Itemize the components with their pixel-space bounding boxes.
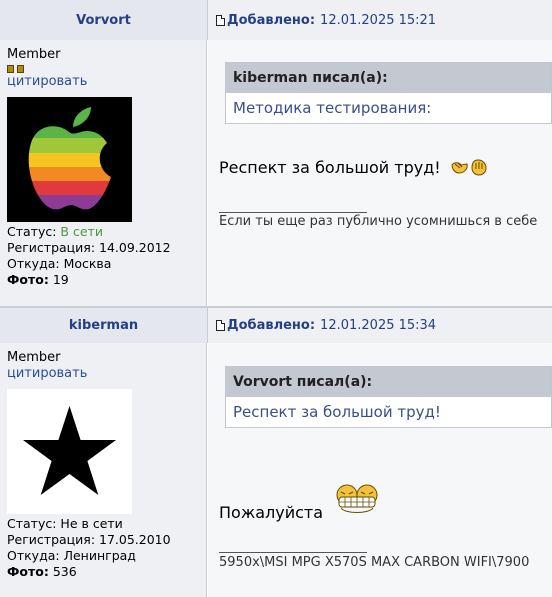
posted-label: Добавлено: xyxy=(227,12,316,28)
black-star-icon xyxy=(23,406,116,495)
signature-divider xyxy=(219,552,367,553)
photo-label: Фото: xyxy=(7,272,49,287)
grinning-smiley-emoji-icon xyxy=(336,484,378,513)
post-body: Vorvort писал(а): Респект за большой тру… xyxy=(208,343,552,597)
apple-logo-icon xyxy=(28,107,111,210)
post-message: Пожалуйста xyxy=(219,503,324,522)
signature: 5950x\MSI MPG X570S MAX CARBON WIFI\7900 xyxy=(219,555,530,570)
quote-text: Респект за большой труд! xyxy=(233,403,441,421)
post-message: Респект за большой труд! xyxy=(219,158,489,177)
quote-text: Методика тестирования: xyxy=(233,99,432,117)
photo-label: Фото: xyxy=(7,564,49,579)
registration-value: 14.09.2012 xyxy=(99,240,171,255)
photo-count: 19 xyxy=(52,272,69,287)
clapping-hands-emoji-icon xyxy=(451,159,487,176)
quote-author: kiberman писал(а): xyxy=(226,63,551,93)
username[interactable]: kiberman xyxy=(69,318,138,333)
signature: Если ты еще раз публично усомнишься в се… xyxy=(219,214,538,229)
status-label: Статус: xyxy=(7,516,57,531)
username[interactable]: Vorvort xyxy=(76,13,131,28)
post-author[interactable]: Vorvort xyxy=(0,0,208,40)
user-rank: Member xyxy=(7,47,61,62)
status-value: В сети xyxy=(60,224,103,239)
status-label: Статус: xyxy=(7,224,57,239)
user-rank: Member xyxy=(7,350,61,365)
status-value: Не в сети xyxy=(60,516,123,531)
post-author[interactable]: kiberman xyxy=(0,308,208,343)
photo-count: 536 xyxy=(52,564,77,579)
registration-label: Регистрация: xyxy=(7,240,96,255)
location-value: Москва xyxy=(63,256,112,271)
signature-divider xyxy=(219,212,367,213)
user-status: Статус: Не в сети xyxy=(7,516,206,532)
user-registration: Регистрация: 17.05.2010 xyxy=(7,532,206,548)
location-value: Ленинград xyxy=(63,548,136,563)
user-location: Откуда: Москва xyxy=(7,256,206,272)
post-header: Добавлено: 12.01.2025 15:21 xyxy=(208,0,552,40)
user-registration: Регистрация: 14.09.2012 xyxy=(7,240,206,256)
location-label: Откуда: xyxy=(7,256,60,271)
registration-value: 17.05.2010 xyxy=(99,532,171,547)
quote-author: Vorvort писал(а): xyxy=(226,367,551,397)
post-2: kiberman Добавлено: 12.01.2025 15:34 Mem… xyxy=(0,308,552,597)
user-photos[interactable]: Фото: 536 xyxy=(7,564,206,580)
user-sidebar: Member цитировать Статус: В сети Регистр… xyxy=(0,40,207,306)
registration-label: Регистрация: xyxy=(7,532,96,547)
quote-block: kiberman писал(а): Методика тестирования… xyxy=(225,62,552,124)
rank-pips xyxy=(7,63,206,74)
avatar xyxy=(7,97,132,222)
location-label: Откуда: xyxy=(7,548,60,563)
user-sidebar: Member цитировать Статус: Не в сети Реги… xyxy=(0,343,207,597)
quote-link[interactable]: цитировать xyxy=(7,74,206,90)
post-1: Vorvort Добавлено: 12.01.2025 15:21 Memb… xyxy=(0,0,552,306)
post-header: Добавлено: 12.01.2025 15:34 xyxy=(208,308,552,343)
post-body: kiberman писал(а): Методика тестирования… xyxy=(208,40,552,306)
user-status: Статус: В сети xyxy=(7,224,206,240)
avatar xyxy=(7,389,132,514)
rank-pip-icon xyxy=(17,64,24,73)
posted-date: 12.01.2025 15:21 xyxy=(320,12,437,28)
post-document-icon[interactable] xyxy=(216,14,225,26)
posted-label: Добавлено: xyxy=(227,318,316,333)
quote-link[interactable]: цитировать xyxy=(7,366,206,382)
posted-date: 12.01.2025 15:34 xyxy=(320,318,437,333)
message-text: Респект за большой труд! xyxy=(219,158,441,177)
rank-pip-icon xyxy=(7,64,14,73)
user-location: Откуда: Ленинград xyxy=(7,548,206,564)
quote-block: Vorvort писал(а): Респект за большой тру… xyxy=(225,366,552,428)
post-document-icon[interactable] xyxy=(216,320,225,331)
user-photos[interactable]: Фото: 19 xyxy=(7,272,206,288)
